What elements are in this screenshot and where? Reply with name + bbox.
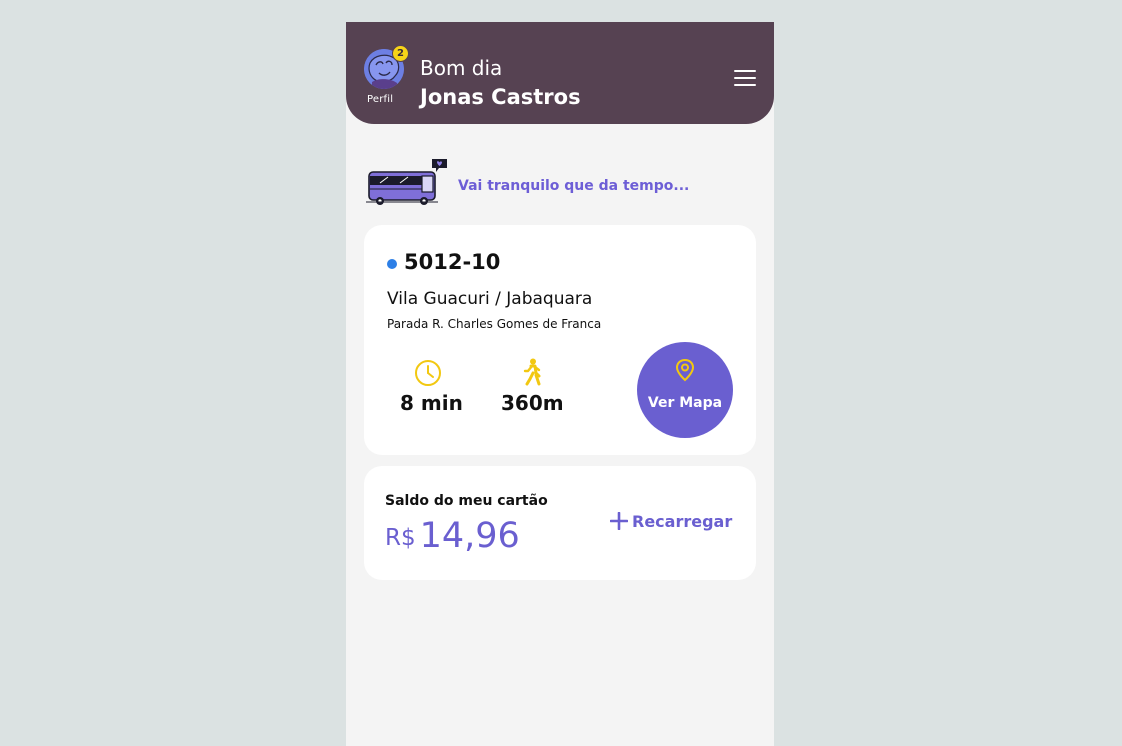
profile-label: Perfil	[367, 94, 394, 105]
balance-value: 14,96	[419, 516, 520, 556]
app-header: 2 Perfil Bom dia Jonas Castros	[346, 22, 774, 124]
tip-banner: Vai tranquilo que da tempo...	[366, 156, 766, 206]
greeting-text: Bom dia	[420, 56, 503, 80]
tip-text: Vai tranquilo que da tempo...	[458, 178, 690, 194]
balance-amount: R$ 14,96	[385, 516, 520, 556]
clock-icon	[415, 360, 441, 386]
profile-button[interactable]: 2 Perfil	[363, 45, 409, 109]
plus-icon	[609, 511, 629, 531]
map-pin-icon	[675, 358, 695, 382]
walking-icon	[523, 358, 541, 386]
view-map-label: Ver Mapa	[647, 395, 723, 411]
walk-distance: 360m	[501, 391, 564, 415]
recharge-button[interactable]: Recarregar	[609, 511, 733, 531]
line-status-dot	[387, 259, 397, 269]
bus-illustration-icon	[366, 159, 447, 205]
card-balance-panel: Saldo do meu cartão R$ 14,96 Recarregar	[364, 466, 756, 580]
view-map-button[interactable]: Ver Mapa	[637, 342, 733, 438]
balance-currency: R$	[385, 525, 416, 551]
bus-route: Vila Guacuri / Jabaquara	[387, 289, 593, 309]
hamburger-menu-icon[interactable]	[730, 66, 758, 90]
balance-label: Saldo do meu cartão	[385, 493, 548, 509]
bus-stop: Parada R. Charles Gomes de Franca	[387, 317, 602, 331]
recharge-label: Recarregar	[632, 512, 733, 531]
bus-line-number: 5012-10	[404, 250, 501, 274]
user-name: Jonas Castros	[420, 85, 581, 109]
app-screen: 2 Perfil Bom dia Jonas Castros Vai tranq…	[346, 22, 774, 746]
notification-badge: 2	[392, 45, 409, 62]
arrival-time: 8 min	[400, 391, 463, 415]
bus-line-card[interactable]: 5012-10 Vila Guacuri / Jabaquara Parada …	[364, 225, 756, 455]
